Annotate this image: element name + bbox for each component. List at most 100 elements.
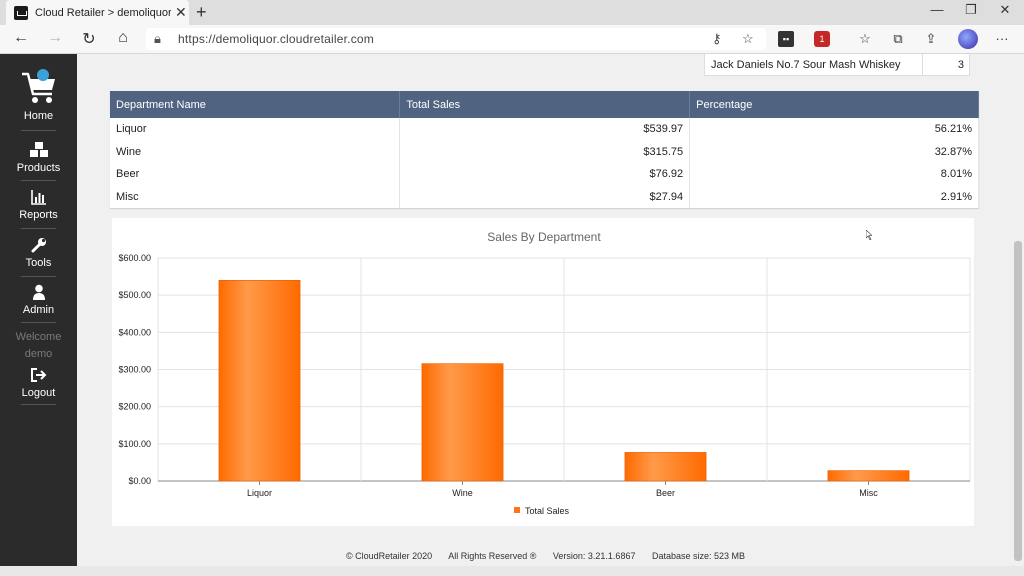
sidebar-item-label: Tools (25, 257, 52, 269)
department-name: Wine (110, 140, 401, 163)
window-close-button[interactable]: ✕ (990, 2, 1020, 18)
bar-chart-icon (30, 190, 46, 205)
y-tick-label: $0.00 (128, 476, 151, 486)
more-menu-icon[interactable]: ··· (994, 31, 1010, 47)
sidebar-item-label: Products (16, 162, 61, 174)
collections-icon[interactable]: ⧉ (890, 31, 906, 47)
bar (624, 452, 707, 482)
sales-by-department-chart: Sales By Department $0.00 $100.00 $200.00 $… (112, 218, 974, 526)
refresh-icon[interactable]: ↻ (78, 29, 100, 49)
extension-shield-icon[interactable]: 1 (814, 31, 830, 47)
table-row: Beer $76.92 8.01% (110, 163, 979, 186)
x-tick-label: Wine (452, 488, 473, 498)
sidebar-item-label: Reports (19, 209, 58, 221)
forward-arrow-icon[interactable]: → (44, 29, 66, 47)
footer: © CloudRetailer 2020 All Rights Reserved… (346, 551, 759, 561)
total-sales: $539.97 (399, 118, 691, 141)
sidebar-divider (21, 404, 56, 405)
sidebar-divider (21, 130, 56, 131)
browser-toolbar: ← → ↻ ⌂ 🔒︎ https://demoliquor.cloudretai… (0, 25, 1024, 54)
sidebar-divider (21, 276, 56, 277)
x-tick-label: Liquor (247, 488, 272, 498)
mouse-cursor-icon (866, 230, 872, 240)
y-tick-label: $300.00 (118, 365, 151, 375)
column-header[interactable]: Total Sales (399, 91, 691, 118)
total-sales: $76.92 (399, 163, 691, 186)
extension-icon[interactable]: ▪▪ (778, 31, 794, 47)
share-icon[interactable]: ⇪ (923, 31, 939, 47)
total-sales: $27.94 (399, 185, 691, 208)
favorites-list-icon[interactable]: ☆ (857, 31, 873, 47)
sidebar: Home Products Reports Tools Admin Welcom… (0, 54, 77, 576)
wrench-icon (31, 238, 46, 253)
percentage: 32.87% (689, 140, 979, 163)
sidebar-divider (21, 180, 56, 181)
footer-rights: All Rights Reserved ® (448, 551, 537, 561)
sign-out-icon (30, 368, 46, 382)
department-name: Beer (110, 163, 401, 186)
logout-label: Logout (21, 387, 56, 399)
column-header[interactable]: Department Name (110, 91, 401, 118)
chart-svg: Sales By Department $0.00 $100.00 $200.00 $… (118, 230, 971, 516)
x-tick-label: Misc (859, 488, 878, 498)
restore-button[interactable]: ❐ (956, 2, 986, 18)
sidebar-item-admin[interactable]: Admin (0, 284, 77, 316)
minimize-button[interactable]: — (922, 2, 952, 17)
product-name: Jack Daniels No.7 Sour Mash Whiskey (711, 59, 901, 71)
table-header-row: Department Name Total Sales Percentage (110, 91, 979, 118)
sidebar-item-tools[interactable]: Tools (0, 237, 77, 269)
x-tick-label: Beer (656, 488, 675, 498)
sidebar-divider (21, 228, 56, 229)
key-icon[interactable]: ⚷ (712, 31, 722, 47)
y-tick-label: $200.00 (118, 402, 151, 412)
department-name: Misc (110, 185, 401, 208)
footer-copyright: © CloudRetailer 2020 (346, 551, 433, 561)
scrollbar-thumb[interactable] (1014, 241, 1022, 561)
chart-title: Sales By Department (487, 230, 601, 244)
cubes-icon (29, 142, 48, 157)
table-row: Wine $315.75 32.87% (110, 140, 979, 163)
tab-title: Cloud Retailer > demoliquor > H (35, 6, 171, 19)
bar (421, 363, 504, 482)
sidebar-item-label: Home (23, 110, 54, 122)
tab-close-icon[interactable]: ✕ (175, 4, 187, 21)
footer-dbsize: Database size: 523 MB (651, 551, 746, 561)
sidebar-item-home[interactable]: Home (0, 68, 77, 122)
percentage: 56.21% (689, 118, 979, 141)
sidebar-item-reports[interactable]: Reports (0, 189, 77, 221)
horizontal-scrollbar[interactable] (0, 566, 1024, 576)
y-tick-label: $400.00 (118, 327, 151, 337)
profile-avatar[interactable] (958, 29, 978, 49)
new-tab-button[interactable]: + (196, 2, 207, 23)
sidebar-divider (21, 322, 56, 323)
lock-icon: 🔒︎ (154, 31, 161, 46)
top-items-row: Jack Daniels No.7 Sour Mash Whiskey 3 (704, 54, 970, 76)
address-bar[interactable]: 🔒︎ https://demoliquor.cloudretailer.com … (146, 28, 766, 50)
user-icon (32, 284, 45, 300)
percentage: 8.01% (689, 163, 979, 186)
sidebar-item-products[interactable]: Products (0, 142, 77, 174)
table-row: Liquor $539.97 56.21% (110, 118, 979, 141)
welcome-text: Welcome (15, 331, 62, 343)
legend-swatch (514, 507, 520, 513)
site-favicon-icon (14, 5, 28, 20)
column-header[interactable]: Percentage (689, 91, 979, 118)
back-arrow-icon[interactable]: ← (10, 29, 32, 47)
browser-tab[interactable]: Cloud Retailer > demoliquor > H ✕ (6, 0, 189, 25)
favorite-star-icon[interactable]: ☆ (742, 31, 754, 47)
shopping-cart-icon (21, 69, 55, 103)
logout-button[interactable]: Logout (0, 367, 77, 399)
browser-tab-bar: Cloud Retailer > demoliquor > H ✕ + — ❐ … (0, 0, 1024, 25)
y-tick-label: $100.00 (118, 439, 151, 449)
total-sales: $315.75 (399, 140, 691, 163)
footer-version: Version: 3.21.1.6867 (552, 551, 636, 561)
y-tick-label: $500.00 (118, 290, 151, 300)
vertical-scrollbar[interactable] (1012, 54, 1024, 566)
sidebar-item-label: Admin (22, 304, 55, 316)
bar (218, 280, 301, 482)
home-icon[interactable]: ⌂ (112, 29, 134, 47)
bar (827, 470, 910, 482)
percentage: 2.91% (689, 185, 979, 208)
y-tick-label: $600.00 (118, 253, 151, 263)
username-text: demo (24, 348, 53, 360)
